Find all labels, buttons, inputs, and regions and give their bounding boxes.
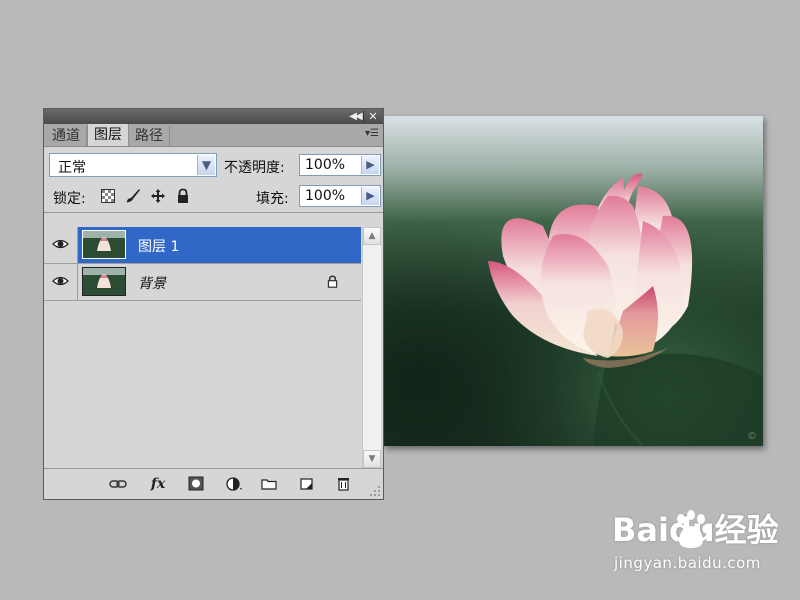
visibility-toggle[interactable]: [44, 264, 78, 300]
tab-channels[interactable]: 通道: [46, 126, 87, 146]
tab-layers[interactable]: 图层: [87, 124, 129, 146]
image-credit-mark: ©: [747, 431, 757, 442]
baidu-watermark: Baidu经验 jingyan.baidu.com: [612, 510, 779, 572]
opacity-label: 不透明度:: [224, 160, 285, 176]
panel-menu-icon[interactable]: ▾☰: [365, 128, 379, 139]
tab-paths[interactable]: 路径: [129, 126, 170, 146]
chevron-down-icon[interactable]: ▼: [197, 155, 215, 175]
fill-arrow-icon[interactable]: ▶: [361, 187, 379, 205]
eye-icon: [52, 276, 69, 286]
fill-field[interactable]: 100% ▶: [299, 185, 381, 207]
mask-icon[interactable]: [186, 475, 206, 493]
opacity-value: 100%: [305, 157, 346, 173]
layers-scrollbar[interactable]: ▲ ▼: [362, 227, 381, 468]
collapse-panel-icon[interactable]: ◀◀: [347, 109, 363, 124]
layers-list: 图层 1 背景: [44, 227, 361, 467]
lock-label: 锁定:: [53, 191, 86, 207]
baidu-paw-logo: [677, 510, 710, 548]
trash-icon[interactable]: [333, 475, 353, 493]
layer-row[interactable]: 背景: [44, 264, 361, 301]
panel-titlebar[interactable]: ◀◀ ✕: [44, 109, 383, 124]
scroll-down-icon[interactable]: ▼: [363, 450, 381, 468]
blend-mode-value: 正常: [58, 160, 86, 176]
baidu-url: jingyan.baidu.com: [614, 554, 761, 572]
fill-label: 填充:: [256, 191, 289, 207]
layers-panel: ◀◀ ✕ 通道 图层 路径 ▾☰ 正常 ▼ 不透明度: 100% ▶ 锁定: 填…: [43, 108, 384, 500]
resize-grip-icon[interactable]: [370, 486, 381, 497]
opacity-field[interactable]: 100% ▶: [299, 154, 381, 176]
fx-icon[interactable]: fx: [148, 475, 168, 493]
new-layer-icon[interactable]: [296, 475, 316, 493]
scroll-up-icon[interactable]: ▲: [363, 227, 381, 245]
folder-icon[interactable]: [259, 475, 279, 493]
blend-row: 正常 ▼ 不透明度: 100% ▶: [44, 147, 383, 180]
lock-icon: [327, 275, 338, 288]
lotus-image: [383, 116, 763, 446]
lock-position-icon[interactable]: [150, 188, 166, 204]
layer-row[interactable]: 图层 1: [44, 227, 361, 264]
layer-name[interactable]: 图层 1: [138, 236, 179, 256]
panel-tabs: 通道 图层 路径 ▾☰: [44, 124, 383, 147]
lock-row: 锁定: 填充: 100% ▶: [44, 180, 383, 213]
eye-icon: [52, 239, 69, 249]
opacity-arrow-icon[interactable]: ▶: [361, 156, 379, 174]
adjustment-icon[interactable]: [224, 475, 244, 493]
blend-mode-select[interactable]: 正常 ▼: [49, 153, 217, 177]
layer-thumbnail: [82, 267, 126, 296]
lock-all-icon[interactable]: [175, 188, 191, 204]
visibility-toggle[interactable]: [44, 227, 78, 263]
lock-transparent-icon[interactable]: [100, 188, 116, 204]
fill-value: 100%: [305, 188, 346, 204]
lock-image-icon[interactable]: [125, 188, 141, 204]
titlebar-divider: [363, 111, 364, 122]
layers-bottom-bar: fx: [44, 468, 383, 499]
close-panel-icon[interactable]: ✕: [365, 109, 381, 124]
document-canvas[interactable]: ©: [383, 116, 763, 446]
link-icon[interactable]: [108, 475, 128, 493]
layer-thumbnail: [82, 230, 126, 259]
layer-name[interactable]: 背景: [138, 273, 166, 293]
